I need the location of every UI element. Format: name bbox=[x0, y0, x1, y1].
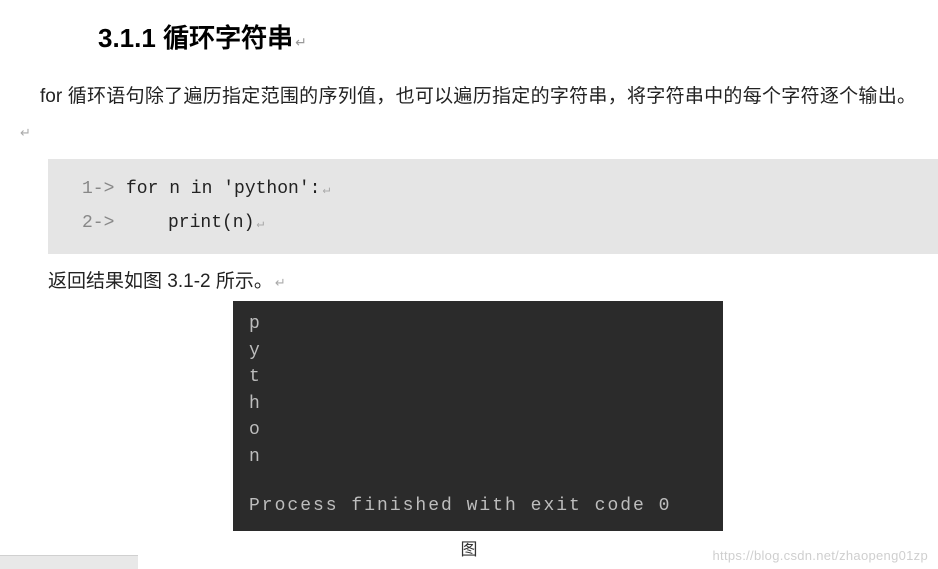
terminal-line: n bbox=[249, 444, 723, 471]
return-mark-icon: ↵ bbox=[295, 34, 307, 50]
terminal-line: h bbox=[249, 391, 723, 418]
section-heading: 3.1.1 循环字符串↵ bbox=[0, 0, 938, 55]
return-mark-icon: ↵ bbox=[256, 216, 264, 231]
code-block: 1-> for n in 'python':↵ 2-> print(n)↵ bbox=[48, 159, 938, 254]
terminal-blank-line bbox=[249, 471, 723, 493]
terminal-output: p y t h o n Process finished with exit c… bbox=[233, 301, 723, 531]
result-caption: 返回结果如图 3.1-2 所示。↵ bbox=[0, 254, 938, 293]
terminal-exit-message: Process finished with exit code 0 bbox=[249, 493, 723, 520]
return-mark-icon: ↵ bbox=[275, 275, 286, 290]
code-text: print(n)↵ bbox=[126, 207, 264, 240]
return-mark-icon: ↵ bbox=[20, 125, 31, 140]
watermark-text: https://blog.csdn.net/zhaopeng01zp bbox=[713, 548, 928, 563]
terminal-line: t bbox=[249, 364, 723, 391]
code-line-1: 1-> for n in 'python':↵ bbox=[82, 173, 938, 206]
heading-number: 3.1.1 bbox=[98, 23, 156, 53]
line-number: 1-> bbox=[82, 173, 126, 206]
line-number: 2-> bbox=[82, 207, 126, 240]
paragraph-text: for 循环语句除了遍历指定范围的序列值，也可以遍历指定的字符串，将字符串中的每… bbox=[40, 86, 916, 107]
terminal-line: o bbox=[249, 417, 723, 444]
terminal-line: y bbox=[249, 338, 723, 365]
code-text: for n in 'python':↵ bbox=[126, 173, 330, 206]
heading-title: 循环字符串 bbox=[163, 23, 293, 53]
terminal-line: p bbox=[249, 311, 723, 338]
bottom-scroll-stub bbox=[0, 555, 138, 569]
code-line-2: 2-> print(n)↵ bbox=[82, 207, 938, 240]
body-paragraph: for 循环语句除了遍历指定范围的序列值，也可以遍历指定的字符串，将字符串中的每… bbox=[0, 55, 938, 149]
return-mark-icon: ↵ bbox=[322, 182, 330, 197]
